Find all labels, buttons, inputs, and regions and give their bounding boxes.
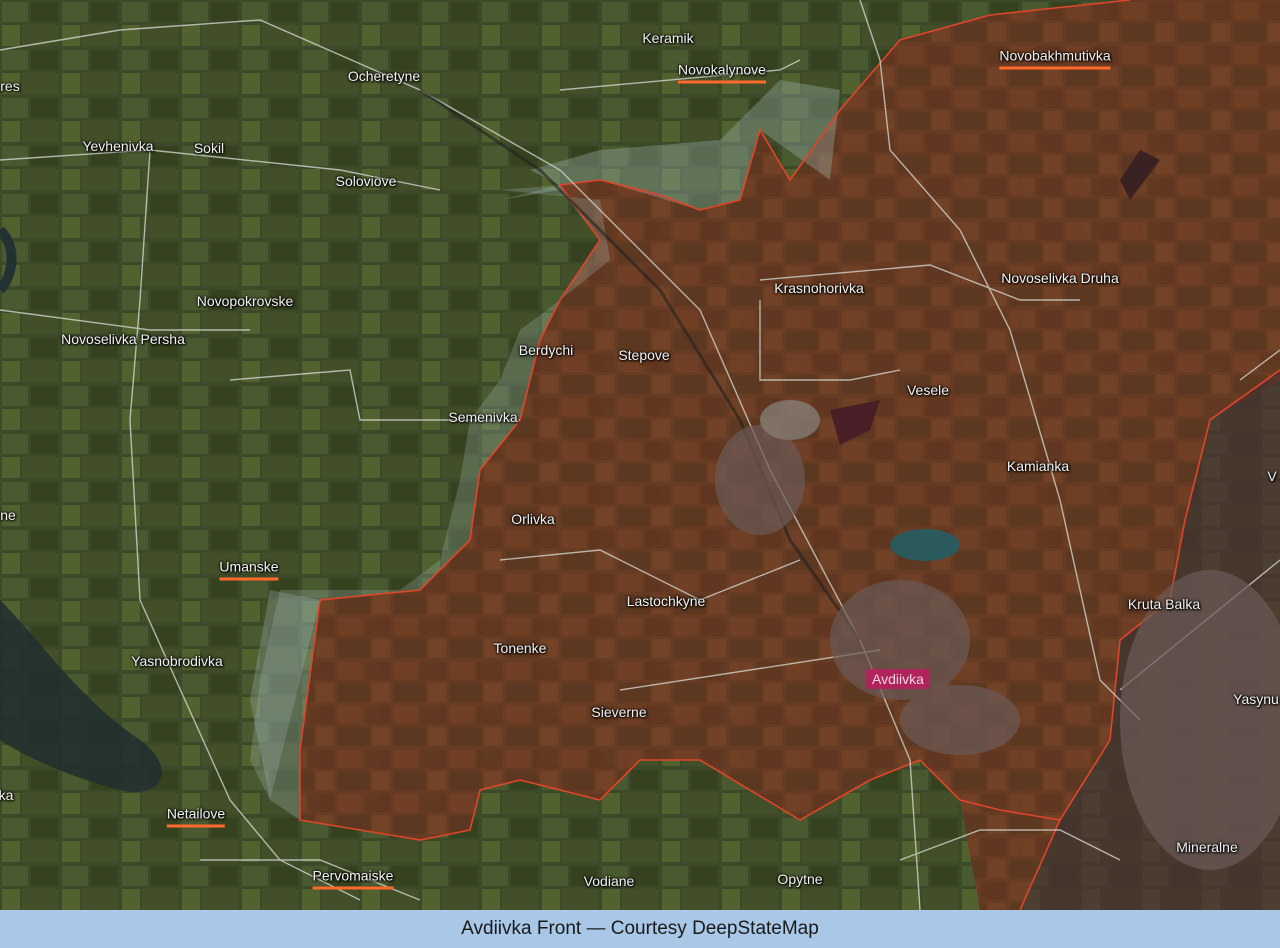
map-caption: Avdiivka Front — Courtesy DeepStateMap (0, 910, 1280, 948)
place-novoselivka-persha: Novoselivka Persha (61, 331, 185, 347)
place-novobakhmutivka: Novobakhmutivka (999, 49, 1111, 70)
place-yevhenivka: Yevhenivka (82, 138, 154, 154)
map-view[interactable]: Keramik Novokalynove Novobakhmutivka Och… (0, 0, 1280, 910)
place-stepove: Stepove (618, 347, 670, 363)
map-layer (0, 0, 1280, 910)
place-edge-ka: ka (0, 787, 14, 803)
place-edge-res: res (0, 78, 20, 94)
place-orlivka: Orlivka (511, 511, 555, 527)
place-novokalynove: Novokalynove (678, 63, 766, 84)
place-kamianka: Kamianka (1006, 458, 1070, 474)
place-novoselivka-druha: Novoselivka Druha (1001, 270, 1119, 286)
place-opytne: Opytne (777, 871, 823, 887)
place-edge-ne: ne (0, 507, 16, 523)
place-avdiivka: Avdiivka (866, 669, 930, 689)
place-kruta-balka: Kruta Balka (1127, 596, 1201, 612)
place-novopokrovske: Novopokrovske (196, 293, 294, 309)
lake (890, 529, 960, 561)
place-sieverne: Sieverne (591, 704, 647, 720)
place-keramik: Keramik (642, 30, 694, 46)
place-berdychi: Berdychi (518, 342, 574, 358)
place-ocheretyne: Ocheretyne (347, 68, 421, 84)
place-tonenke: Tonenke (493, 640, 547, 656)
place-yasynuvata: Yasynu (1233, 691, 1279, 707)
place-lastochkyne: Lastochkyne (626, 593, 706, 609)
place-pervomaiske: Pervomaiske (312, 869, 394, 890)
place-yasnobrodivka: Yasnobrodivka (131, 653, 223, 669)
place-netailove: Netailove (166, 807, 226, 828)
place-krasnohorivka: Krasnohorivka (774, 280, 864, 296)
place-mineralne: Mineralne (1176, 839, 1238, 855)
place-edge-v: V (1267, 468, 1277, 484)
place-vodiane: Vodiane (583, 873, 635, 889)
place-umanske: Umanske (219, 560, 279, 581)
place-sokil: Sokil (193, 140, 225, 156)
place-soloviove: Soloviove (335, 173, 397, 189)
place-semenivka: Semenivka (448, 409, 518, 425)
place-vesele: Vesele (906, 382, 950, 398)
